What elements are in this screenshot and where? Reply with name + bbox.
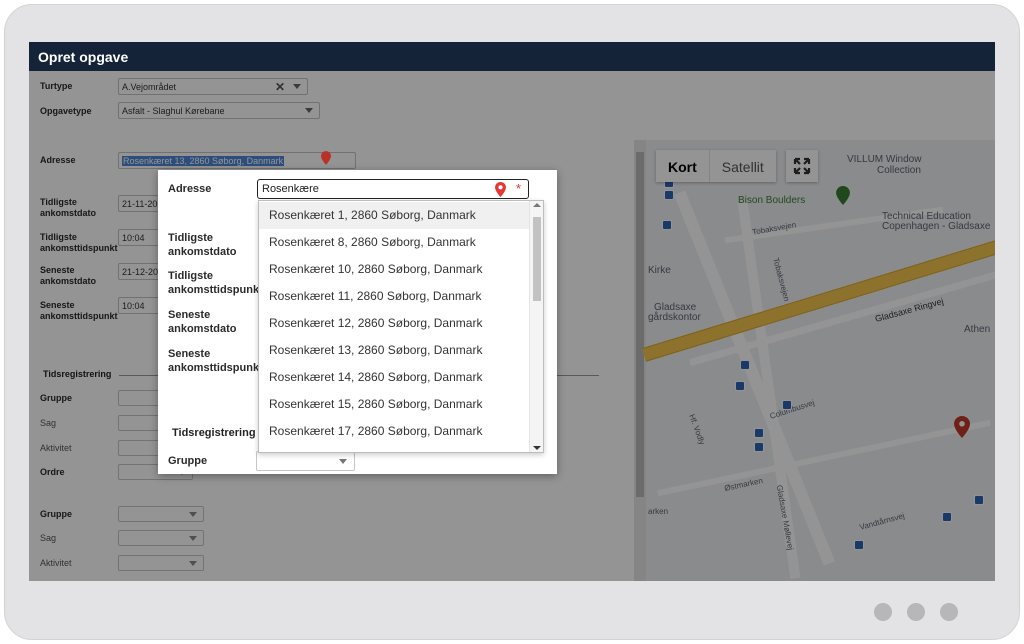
dialog-tidsregistrering-heading: Tidsregistrering: [172, 427, 256, 439]
suggestion-item[interactable]: Rosenkæret 13, 2860 Søborg, Danmark: [259, 337, 531, 364]
suggestion-item[interactable]: Rosenkæret 10, 2860 Søborg, Danmark: [259, 256, 531, 283]
adresse-input-value: Rosenkære: [262, 183, 319, 195]
suggestions-scrollbar[interactable]: [529, 201, 543, 452]
suggestion-item[interactable]: Rosenkæret 17, 2860 Søborg, Danmark: [259, 418, 531, 445]
address-suggestions-list[interactable]: Rosenkæret 1, 2860 Søborg, Danmark Rosen…: [258, 200, 544, 453]
suggestion-item[interactable]: Rosenkæret 15, 2860 Søborg, Danmark: [259, 391, 531, 418]
pager-dot: [907, 603, 925, 621]
address-dialog: Adresse Rosenkære * Tidligste ankomstdato…: [158, 170, 557, 474]
adresse-input[interactable]: Rosenkære *: [257, 179, 529, 199]
suggestion-item[interactable]: Rosenkæret 8, 2860 Søborg, Danmark: [259, 229, 531, 256]
map-pin-icon[interactable]: [495, 182, 506, 197]
dialog-tidligste-tid-label: Tidligste ankomsttidspunkt: [168, 270, 263, 296]
suggestion-item[interactable]: Rosenkæret 11, 2860 Søborg, Danmark: [259, 283, 531, 310]
chevron-down-icon: [339, 459, 347, 464]
dialog-seneste-tid-label: Seneste ankomsttidspunkt: [168, 348, 263, 374]
map-pin-icon[interactable]: [321, 151, 331, 165]
adresse-icons: [321, 151, 337, 167]
scrollbar-thumb[interactable]: [533, 217, 541, 301]
suggestion-item[interactable]: Rosenkæret 1, 2860 Søborg, Danmark: [259, 202, 531, 229]
dialog-tidligste-dato-label: Tidligste ankomstdato: [168, 232, 237, 258]
scroll-up-icon[interactable]: [533, 203, 541, 207]
scroll-down-icon[interactable]: [533, 446, 541, 450]
window-title: Opret opgave: [29, 42, 995, 71]
dialog-seneste-dato-label: Seneste ankomstdato: [168, 309, 237, 335]
suggestion-item[interactable]: Rosenkæret 14, 2860 Søborg, Danmark: [259, 364, 531, 391]
dialog-gruppe-label: Gruppe: [168, 455, 208, 467]
required-mark: *: [515, 181, 521, 196]
dialog-gruppe-select[interactable]: [256, 451, 355, 471]
pager-dot: [874, 603, 892, 621]
pager-dot: [940, 603, 958, 621]
device-frame-container: Opret opgave Turtype A.Vejområdet ✕ Opga…: [0, 0, 1024, 644]
suggestion-item[interactable]: Rosenkæret 12, 2860 Søborg, Danmark: [259, 310, 531, 337]
dialog-adresse-label: Adresse: [168, 183, 212, 195]
